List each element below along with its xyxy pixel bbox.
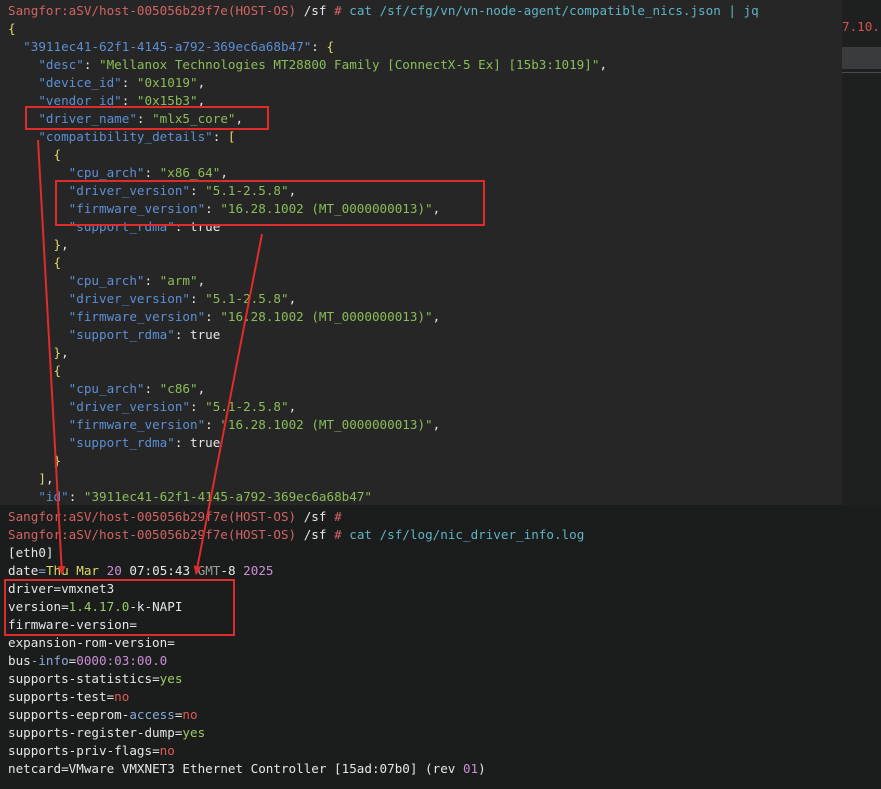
log-supports-eeprom: supports-eeprom-access=no	[8, 707, 198, 722]
log-bus-info: bus-info=0000:03:00.0	[8, 653, 168, 668]
json-device-id: "device_id": "0x1019",	[38, 75, 206, 90]
json-entry-close: }	[53, 453, 62, 468]
json-entry-close: },	[53, 345, 69, 360]
log-supports-statistics: supports-statistics=yes	[8, 671, 183, 686]
log-terminal-pane[interactable]: Sangfor:aSV/host-005056b29f7e(HOST-OS) /…	[0, 507, 881, 789]
json-cpu-arch: "cpu_arch": "arm",	[68, 273, 206, 288]
json-entry-open: {	[53, 363, 62, 378]
log-version: version=1.4.17.0-k-NAPI	[8, 599, 183, 614]
json-compat-key: "compatibility_details": [	[38, 129, 236, 144]
json-entry-open: {	[53, 147, 62, 162]
background-window-edge: 7.10.1	[842, 0, 881, 505]
log-netcard: netcard=VMware VMXNET3 Ethernet Controll…	[8, 761, 486, 776]
json-support-rdma: "support_rdma": true	[68, 435, 221, 450]
json-firmware-version: "firmware_version": "16.28.1002 (MT_0000…	[68, 201, 441, 216]
log-supports-test: supports-test=no	[8, 689, 130, 704]
json-driver-name: "driver_name": "mlx5_core",	[38, 111, 244, 126]
json-cpu-arch: "cpu_arch": "c86",	[68, 381, 206, 396]
json-vendor-id: "vendor_id": "0x15b3",	[38, 93, 206, 108]
json-driver-version: "driver_version": "5.1-2.5.8",	[68, 399, 297, 414]
command-line: Sangfor:aSV/host-005056b29f7e(HOST-OS) /…	[8, 527, 585, 542]
json-firmware-version: "firmware_version": "16.28.1002 (MT_0000…	[68, 417, 441, 432]
prompt-line: Sangfor:aSV/host-005056b29f7e(HOST-OS) /…	[8, 509, 342, 524]
json-root-key: "3911ec41-62f1-4145-a792-369ec6a68b47": …	[23, 39, 335, 54]
json-driver-version: "driver_version": "5.1-2.5.8",	[68, 183, 297, 198]
divider	[842, 72, 881, 73]
json-driver-version: "driver_version": "5.1-2.5.8",	[68, 291, 297, 306]
log-supports-register-dump: supports-register-dump=yes	[8, 725, 206, 740]
log-iface: [eth0]	[8, 545, 54, 560]
log-date: date=Thu Mar 20 07:05:43 GMT-8 2025	[8, 563, 274, 578]
json-id: "id": "3911ec41-62f1-4145-a792-369ec6a68…	[38, 489, 372, 504]
json-entry-close: },	[53, 237, 69, 252]
json-firmware-version: "firmware_version": "16.28.1002 (MT_0000…	[68, 309, 441, 324]
command-line: Sangfor:aSV/host-005056b29f7e(HOST-OS) /…	[8, 3, 759, 18]
json-array-close: ],	[38, 471, 54, 486]
json-open-brace: {	[8, 21, 16, 36]
json-entry-open: {	[53, 255, 62, 270]
background-window-bar	[842, 47, 881, 69]
json-desc: "desc": "Mellanox Technologies MT28800 F…	[38, 57, 608, 72]
log-supports-priv-flags: supports-priv-flags=no	[8, 743, 175, 758]
json-cpu-arch: "cpu_arch": "x86_64",	[68, 165, 228, 180]
json-support-rdma: "support_rdma": true	[68, 327, 221, 342]
log-driver: driver=vmxnet3	[8, 581, 115, 596]
json-support-rdma: "support_rdma": true	[68, 219, 221, 234]
json-terminal-pane[interactable]: Sangfor:aSV/host-005056b29f7e(HOST-OS) /…	[0, 0, 842, 505]
background-window-text: 7.10.1	[842, 19, 881, 34]
log-firmware-version: firmware-version=	[8, 617, 137, 632]
log-expansion-rom: expansion-rom-version=	[8, 635, 175, 650]
